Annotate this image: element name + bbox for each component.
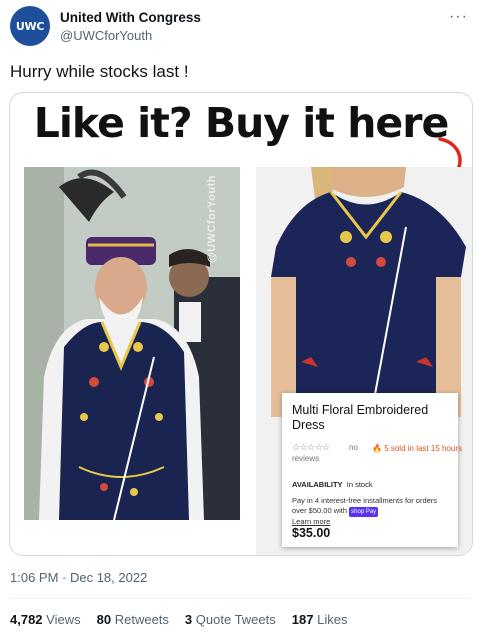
retweets-label: Retweets [114,612,169,627]
rating-stars-icon: ☆☆☆☆☆ [292,442,330,452]
watermark: @UWCforYouth [206,175,218,264]
stat-quote-tweets[interactable]: 3 Quote Tweets [185,612,276,627]
quote-tweets-count: 3 [184,612,193,627]
product-card[interactable]: Multi Floral Embroidered Dress ☆☆☆☆☆ no … [282,393,462,547]
likes-count: 187 [291,612,314,627]
reviews-count: no [349,443,358,452]
availability: AVAILABILITY In stock [292,480,448,489]
views-count: 4,782 [10,612,43,627]
quote-tweets-label: Quote Tweets [195,612,276,627]
author-handle[interactable]: @UWCforYouth [60,28,152,43]
retweets-count: 80 [96,612,112,627]
product-price: $35.00 [292,526,331,540]
availability-value: In stock [346,480,373,489]
tweet-timestamp[interactable]: 1:06 PM · Dec 18, 2022 [10,570,147,585]
tweet-image[interactable]: Like it? Buy it here @UWCforYouth Multi … [9,92,473,556]
tweet-stats: 4,782 Views 80 Retweets 3 Quote Tweets 1… [10,612,347,627]
avatar-text: UWC [15,19,45,33]
likes-label: Likes [317,612,348,627]
tweet-header: UWC United With Congress @UWCforYouth ··… [8,6,472,50]
image-headline: Like it? Buy it here [33,99,450,147]
tweet-text: Hurry while stocks last ! [10,62,189,81]
sold-count: 🔥 5 sold in last 15 hours [372,442,464,456]
sold-text: 5 sold in last 15 hours [384,444,463,453]
availability-label: AVAILABILITY [292,480,343,489]
views-label: Views [46,612,81,627]
stat-views[interactable]: 4,782 Views [10,612,81,627]
stat-likes[interactable]: 187 Likes [292,612,348,627]
more-options-icon[interactable]: ··· [449,8,468,26]
installments-text: Pay in 4 interest-free installments for … [292,496,448,517]
fire-icon: 🔥 [372,444,385,453]
author-name[interactable]: United With Congress [60,10,201,25]
learn-more-link[interactable]: Learn more [292,517,448,526]
divider [10,598,470,599]
avatar[interactable]: UWC [10,6,50,46]
stat-retweets[interactable]: 80 Retweets [97,612,169,627]
shop-pay-badge: shop Pay [349,507,379,517]
product-title: Multi Floral Embroidered Dress [292,403,429,432]
reviews-label: reviews [292,454,320,463]
